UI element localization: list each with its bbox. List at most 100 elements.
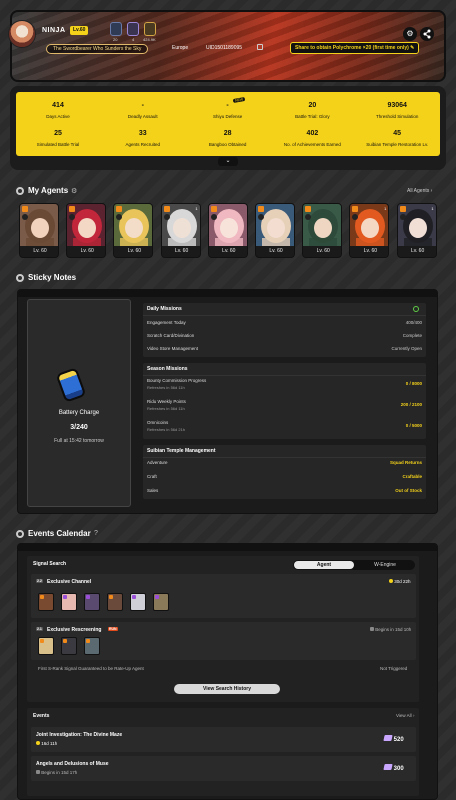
- view-all-label: View All: [396, 713, 412, 718]
- banner-agent-chip[interactable]: [84, 637, 100, 655]
- agent-card[interactable]: 1 Lv. 60: [160, 203, 201, 258]
- view-all-link[interactable]: View All ›: [396, 713, 414, 718]
- temple-group: Suibian Temple Management Adventure Squad…: [143, 445, 426, 499]
- banner-agent-chip[interactable]: [107, 593, 123, 611]
- copy-icon[interactable]: [257, 44, 263, 50]
- stat-item: 402 No. of Achievements Earned: [270, 130, 354, 147]
- banner-agent-chip[interactable]: [153, 593, 169, 611]
- event-timer-value: 16d 11h: [41, 741, 58, 746]
- share-promo-label: Share to obtain Polychrome ×20 (first ti…: [295, 45, 409, 51]
- events-group: [27, 708, 419, 796]
- stat-value: 25: [54, 130, 62, 137]
- stat-label: Simulated Battle Trial: [36, 142, 80, 147]
- battery-card: [27, 299, 131, 507]
- version-badge: 2.2: [36, 579, 43, 583]
- row-refresh: Refreshes in 56d 11h: [147, 406, 185, 411]
- events-section-title: Events Calendar: [28, 529, 91, 538]
- tab-agent[interactable]: Agent: [294, 561, 354, 569]
- row-value: 200 / 2100: [400, 402, 422, 407]
- event-reward: 520: [383, 735, 404, 743]
- stat-label: Deadly Assault: [127, 114, 158, 119]
- row-value: 0 / 8000: [405, 381, 422, 386]
- rerun-tag: RUN: [108, 627, 118, 631]
- rescreening-timer: Begins in 15d 10h: [370, 627, 411, 632]
- stat-label: Shiyu Defense: [212, 114, 243, 119]
- banner-agent-chip[interactable]: [84, 593, 100, 611]
- stat-value: 33: [138, 130, 147, 137]
- tab-w-engine[interactable]: W-Engine: [355, 561, 415, 569]
- row-label: Engagement Today: [147, 320, 186, 325]
- element-icon: [258, 214, 264, 220]
- row-label: Craft: [147, 474, 157, 479]
- rank-icon: [63, 639, 67, 643]
- version-badge: 2.1: [36, 627, 43, 631]
- agent-level: Lv. 60: [161, 246, 200, 257]
- exclusive-channel-title: Exclusive Channel: [47, 579, 92, 585]
- agent-card[interactable]: 1 Lv. 60: [349, 203, 390, 258]
- help-icon[interactable]: ?: [94, 530, 98, 537]
- rank-icon: [86, 639, 90, 643]
- all-agents-link[interactable]: All Agents ›: [407, 188, 432, 194]
- banner-agent-chip[interactable]: [61, 637, 77, 655]
- share-icon[interactable]: [420, 27, 434, 41]
- info-icon[interactable]: ⚙: [71, 187, 77, 195]
- row-value: 0 / 5000: [405, 423, 422, 428]
- medal-count: 20: [113, 37, 118, 42]
- agent-card[interactable]: Lv. 60: [113, 203, 154, 258]
- banner-agent-chip[interactable]: [38, 593, 54, 611]
- agent-level: Lv. 60: [256, 246, 294, 257]
- view-search-history-button[interactable]: View Search History: [174, 684, 280, 694]
- agent-card[interactable]: Lv. 60: [19, 203, 59, 258]
- stat-item: 25 Simulated Battle Trial: [16, 130, 100, 147]
- agent-card[interactable]: Lv. 60: [255, 203, 295, 258]
- event-timer: Begins in 15d 17h: [36, 770, 77, 775]
- agent-card[interactable]: Lv. 60: [207, 203, 248, 258]
- event-row[interactable]: [31, 756, 416, 781]
- stat-label: Battle Trial: Glory: [295, 114, 330, 119]
- rank-s-icon: [352, 206, 359, 212]
- agent-card[interactable]: 1 Lv. 60: [396, 203, 437, 258]
- banner-agent-chip[interactable]: [130, 593, 146, 611]
- event-reward-value: 520: [393, 737, 404, 743]
- rank-icon: [155, 595, 159, 599]
- banner-agent-chip[interactable]: [61, 593, 77, 611]
- mindscape-count: 1: [384, 206, 387, 211]
- guarantee-label: First S-Rank Signal Guaranteed to be Rat…: [38, 666, 144, 671]
- row-label: Bounty Commission Progress: [147, 378, 207, 383]
- clock-icon: [36, 741, 40, 745]
- stat-value: 20: [308, 102, 317, 109]
- stat-label: Agents Recruited: [125, 142, 161, 147]
- row-value: Currently Open: [391, 346, 422, 351]
- event-row[interactable]: [31, 727, 416, 752]
- element-icon: [163, 214, 170, 220]
- stat-label: Days Active: [46, 114, 70, 119]
- medal-count: 4: [132, 37, 135, 42]
- agent-level: Lv. 60: [208, 246, 247, 257]
- agent-card[interactable]: Lv. 60: [302, 203, 343, 258]
- stat-value: 93064: [387, 102, 407, 109]
- settings-gear-icon[interactable]: ⚙: [403, 27, 417, 41]
- all-agents-label: All Agents: [407, 188, 430, 194]
- events-title: Events: [33, 713, 50, 719]
- stat-item: 414 Days Active: [16, 102, 100, 119]
- row-value: Craftable: [402, 474, 422, 479]
- rank-s-icon: [69, 206, 76, 212]
- rank-s-icon: [22, 206, 28, 212]
- row-label: Ridu Weekly Points: [147, 399, 186, 404]
- avatar[interactable]: [8, 20, 36, 48]
- sticky-panel-bar: [18, 290, 437, 297]
- banner-agent-chip[interactable]: [38, 637, 54, 655]
- stat-value: -: [141, 102, 144, 109]
- agent-level: Lv. 60: [20, 246, 58, 257]
- agent-card[interactable]: Lv. 60: [66, 203, 107, 258]
- share-promo-button[interactable]: Share to obtain Polychrome ×20 (first ti…: [290, 42, 420, 54]
- row-refresh: Refreshes in 56d 21h: [147, 427, 186, 432]
- rescreening-timer-value: Begins in 15d 10h: [375, 627, 412, 632]
- element-icon: [210, 214, 217, 220]
- medal-count: 424.9K: [143, 37, 156, 42]
- row-label: Scratch Card/Divination: [147, 333, 195, 338]
- element-icon: [22, 214, 28, 220]
- expand-chevron-icon[interactable]: ⌄: [218, 157, 238, 166]
- exclusive-timer-value: 30d 22h: [394, 579, 411, 584]
- share-icon-graphic: [423, 29, 431, 39]
